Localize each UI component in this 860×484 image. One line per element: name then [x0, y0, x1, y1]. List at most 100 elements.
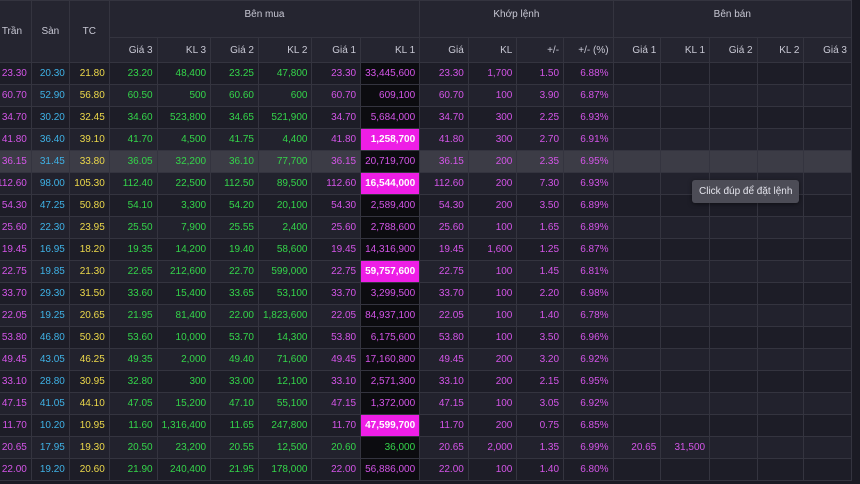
cell-buy-vol-3[interactable]: 240,400: [156, 458, 212, 481]
cell-buy-vol-2[interactable]: 55,100: [257, 392, 313, 415]
cell-match-vol[interactable]: 100: [467, 458, 518, 481]
cell-sell-vol-2[interactable]: [756, 392, 805, 415]
cell-sell-vol-2[interactable]: [756, 348, 805, 371]
cell-match-vol[interactable]: 1,700: [467, 62, 518, 85]
cell-buy-vol-2[interactable]: 14,300: [257, 326, 313, 349]
cell-buy-price-1[interactable]: 11.70: [311, 414, 362, 437]
table-row[interactable]: 22.75 19.85 21.30 22.65 212,600 22.70 599,000 2…: [0, 260, 852, 283]
cell-ceiling-price[interactable]: 22.00: [0, 458, 32, 481]
cell-floor-price[interactable]: 19.85: [30, 260, 70, 283]
cell-sell-vol-1[interactable]: [660, 106, 711, 129]
header-buy-price-2[interactable]: Giá 2: [210, 37, 259, 63]
cell-sell-price-1[interactable]: [612, 194, 662, 217]
cell-sell-price-2[interactable]: [709, 348, 758, 371]
cell-sell-price-1[interactable]: [612, 150, 662, 173]
cell-change-pct[interactable]: 6.95%: [563, 150, 614, 173]
table-row[interactable]: 33.70 29.30 31.50 33.60 15,400 33.65 53,100 33.…: [0, 282, 852, 305]
cell-change-pct[interactable]: 6.99%: [563, 436, 614, 459]
cell-buy-vol-1[interactable]: 36,000: [360, 436, 421, 459]
cell-buy-price-1[interactable]: 54.30: [311, 194, 362, 217]
cell-buy-vol-1[interactable]: 609,100: [360, 84, 421, 107]
cell-buy-vol-1[interactable]: 1,372,000: [360, 392, 421, 415]
cell-buy-vol-2[interactable]: 12,500: [257, 436, 313, 459]
cell-buy-vol-1[interactable]: 33,445,600: [360, 62, 421, 85]
cell-buy-price-3[interactable]: 25.50: [108, 216, 158, 239]
cell-ceiling-price[interactable]: 34.70: [0, 106, 32, 129]
cell-buy-price-3[interactable]: 112.40: [108, 172, 158, 195]
cell-change-pct[interactable]: 6.87%: [563, 238, 614, 261]
cell-buy-vol-3[interactable]: 23,200: [156, 436, 212, 459]
cell-sell-vol-1[interactable]: [660, 62, 711, 85]
cell-buy-price-1[interactable]: 47.15: [311, 392, 362, 415]
cell-sell-price-1[interactable]: [612, 216, 662, 239]
cell-reference-price[interactable]: 32.45: [68, 106, 110, 129]
cell-buy-price-2[interactable]: 22.70: [210, 260, 259, 283]
cell-reference-price[interactable]: 50.30: [68, 326, 110, 349]
cell-buy-price-1[interactable]: 19.45: [311, 238, 362, 261]
cell-sell-vol-2[interactable]: [756, 414, 805, 437]
cell-sell-price-3[interactable]: [803, 348, 852, 371]
cell-change[interactable]: 2.35: [516, 150, 565, 173]
cell-floor-price[interactable]: 46.80: [30, 326, 70, 349]
cell-change[interactable]: 2.15: [516, 370, 565, 393]
cell-match-vol[interactable]: 200: [467, 370, 518, 393]
cell-sell-vol-1[interactable]: [660, 260, 711, 283]
cell-match-price[interactable]: 36.15: [419, 150, 469, 173]
cell-buy-vol-3[interactable]: 14,200: [156, 238, 212, 261]
cell-change-pct[interactable]: 6.98%: [563, 282, 614, 305]
cell-match-price[interactable]: 53.80: [419, 326, 469, 349]
cell-sell-price-3[interactable]: [803, 194, 852, 217]
cell-buy-vol-1[interactable]: 59,757,600: [360, 260, 421, 283]
cell-floor-price[interactable]: 22.30: [30, 216, 70, 239]
cell-change[interactable]: 3.90: [516, 84, 565, 107]
cell-reference-price[interactable]: 19.30: [68, 436, 110, 459]
table-row[interactable]: 34.70 30.20 32.45 34.60 523,800 34.65 521,900 3…: [0, 106, 852, 129]
cell-sell-vol-1[interactable]: [660, 304, 711, 327]
cell-sell-price-2[interactable]: [709, 260, 758, 283]
cell-match-vol[interactable]: 1,600: [467, 238, 518, 261]
cell-reference-price[interactable]: 10.95: [68, 414, 110, 437]
cell-buy-vol-2[interactable]: 89,500: [257, 172, 313, 195]
cell-change-pct[interactable]: 6.78%: [563, 304, 614, 327]
cell-buy-price-3[interactable]: 60.50: [108, 84, 158, 107]
cell-change-pct[interactable]: 6.91%: [563, 128, 614, 151]
cell-sell-price-1[interactable]: [612, 260, 662, 283]
cell-buy-vol-3[interactable]: 500: [156, 84, 212, 107]
cell-change[interactable]: 3.05: [516, 392, 565, 415]
cell-sell-vol-2[interactable]: [756, 62, 805, 85]
cell-match-price[interactable]: 33.10: [419, 370, 469, 393]
cell-reference-price[interactable]: 30.95: [68, 370, 110, 393]
cell-match-vol[interactable]: 200: [467, 194, 518, 217]
cell-match-price[interactable]: 19.45: [419, 238, 469, 261]
cell-change[interactable]: 1.50: [516, 62, 565, 85]
header-sell-price-3[interactable]: Giá 3: [803, 37, 852, 63]
cell-buy-price-2[interactable]: 21.95: [210, 458, 259, 481]
cell-floor-price[interactable]: 16.95: [30, 238, 70, 261]
cell-buy-vol-3[interactable]: 10,000: [156, 326, 212, 349]
cell-change[interactable]: 0.75: [516, 414, 565, 437]
cell-sell-vol-2[interactable]: [756, 216, 805, 239]
cell-buy-price-1[interactable]: 53.80: [311, 326, 362, 349]
cell-match-vol[interactable]: 200: [467, 150, 518, 173]
table-row[interactable]: 11.70 10.20 10.95 11.60 1,316,400 11.65 247,80…: [0, 414, 852, 437]
cell-buy-price-3[interactable]: 21.90: [108, 458, 158, 481]
cell-buy-price-1[interactable]: 20.60: [311, 436, 362, 459]
cell-match-price[interactable]: 54.30: [419, 194, 469, 217]
cell-match-vol[interactable]: 200: [467, 348, 518, 371]
cell-sell-price-1[interactable]: [612, 172, 662, 195]
cell-buy-price-2[interactable]: 25.55: [210, 216, 259, 239]
cell-sell-vol-1[interactable]: [660, 414, 711, 437]
table-row[interactable]: 49.45 43.05 46.25 49.35 2,000 49.40 71,600 49.4…: [0, 348, 852, 371]
cell-buy-vol-1[interactable]: 1,258,700: [360, 128, 421, 151]
cell-sell-price-3[interactable]: [803, 326, 852, 349]
cell-buy-price-2[interactable]: 33.00: [210, 370, 259, 393]
cell-buy-vol-2[interactable]: 178,000: [257, 458, 313, 481]
cell-change-pct[interactable]: 6.87%: [563, 84, 614, 107]
cell-ceiling-price[interactable]: 49.45: [0, 348, 32, 371]
cell-sell-price-3[interactable]: [803, 282, 852, 305]
cell-buy-price-3[interactable]: 33.60: [108, 282, 158, 305]
cell-sell-price-3[interactable]: [803, 370, 852, 393]
cell-buy-price-3[interactable]: 21.95: [108, 304, 158, 327]
cell-buy-price-2[interactable]: 41.75: [210, 128, 259, 151]
cell-match-price[interactable]: 33.70: [419, 282, 469, 305]
